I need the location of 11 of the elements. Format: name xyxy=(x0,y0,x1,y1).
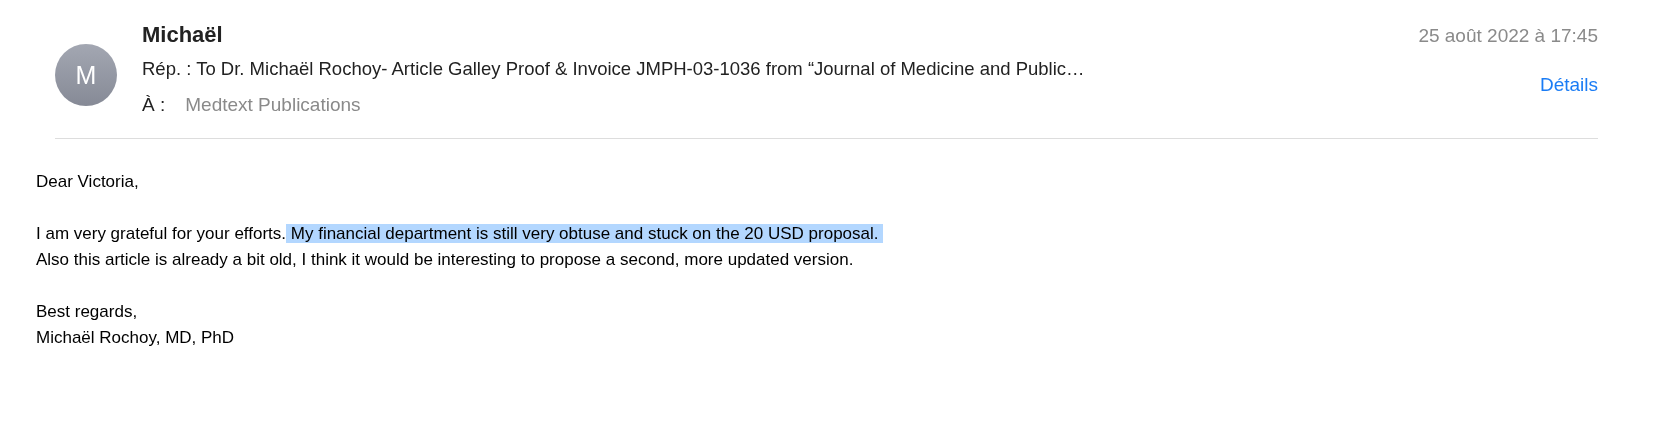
sender-name: Michaël xyxy=(142,22,223,48)
message-date: 25 août 2022 à 17:45 xyxy=(1418,25,1598,47)
message-line: Dear Victoria, xyxy=(36,171,139,193)
recipient-label: À : xyxy=(142,94,166,116)
details-link[interactable]: Détails xyxy=(1539,74,1598,96)
message-line: Best regards, xyxy=(36,301,138,323)
message-line: Also this article is already a bit old, I think it would be interesting to propose a second, more updated version. xyxy=(36,249,854,271)
message-subject: Rép. : To Dr. Michaël Rochoy- Article Galley Proof & Invoice JMPH-03-1036 from “Journal of Medicine and Public… xyxy=(142,58,1085,79)
message-line: Michaël Rochoy, MD, PhD xyxy=(36,327,235,349)
recipient-name: Medtext Publications xyxy=(185,94,361,116)
avatar: M xyxy=(55,44,117,106)
